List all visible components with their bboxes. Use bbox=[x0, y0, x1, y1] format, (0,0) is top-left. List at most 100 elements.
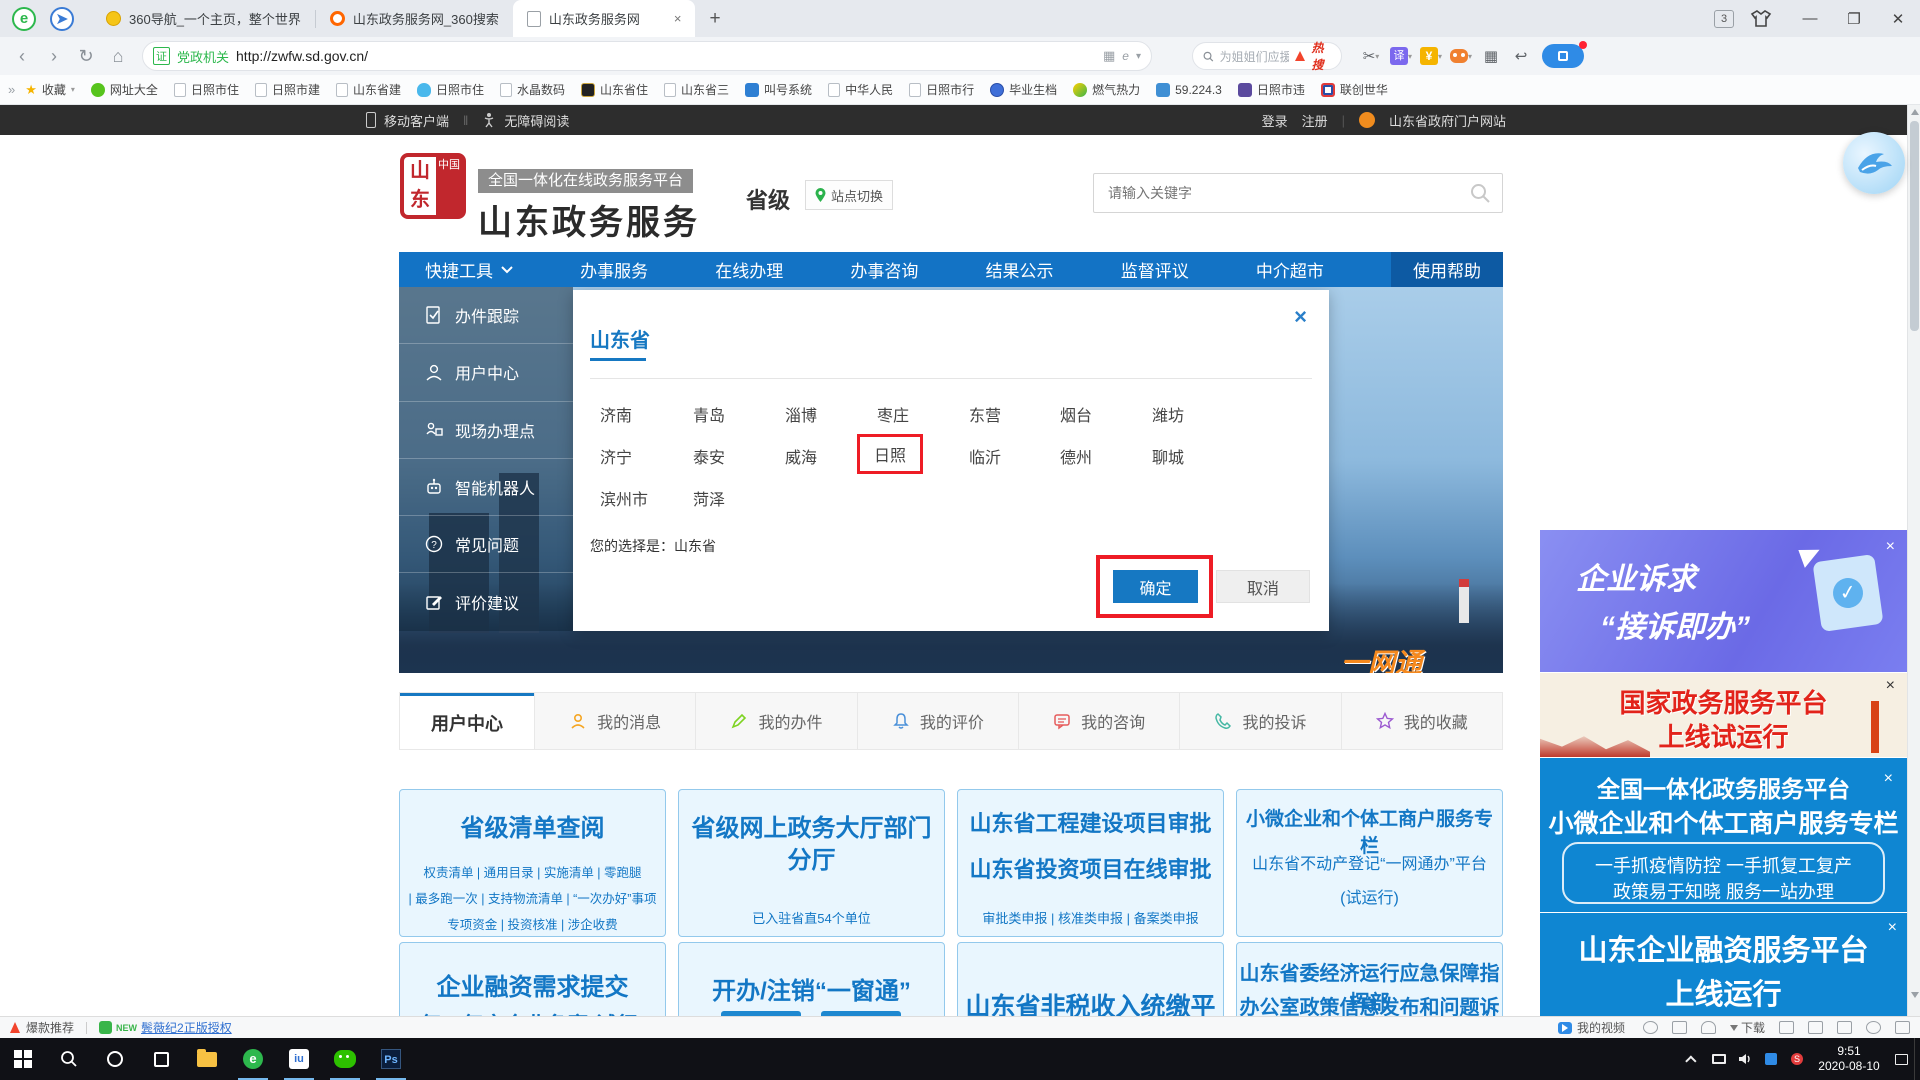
bookmark-item[interactable]: 59.224.3 bbox=[1156, 83, 1222, 97]
city-option[interactable]: 潍坊 bbox=[1152, 402, 1222, 426]
bookmark-item[interactable]: 山东省建 bbox=[336, 81, 401, 98]
browser-360-icon[interactable]: e bbox=[230, 1038, 276, 1080]
city-option[interactable]: 滨州市 bbox=[600, 486, 670, 510]
sidebar-item-feedback[interactable]: 评价建议 bbox=[399, 573, 573, 630]
close-icon[interactable]: × bbox=[1886, 538, 1895, 556]
city-option[interactable]: 济南 bbox=[600, 402, 670, 426]
bookmark-item[interactable]: 日照市住 bbox=[174, 81, 239, 98]
tab-my-complaints[interactable]: 我的投诉 bbox=[1179, 693, 1340, 749]
bookmark-item[interactable]: 山东省住 bbox=[581, 81, 648, 98]
nav-item-help[interactable]: 使用帮助 bbox=[1391, 252, 1503, 287]
city-option[interactable]: 德州 bbox=[1060, 444, 1130, 468]
recover-icon[interactable]: ↩ bbox=[1506, 41, 1536, 71]
browser-logo-icon[interactable]: e bbox=[12, 7, 36, 31]
taskbar-search-icon[interactable] bbox=[46, 1038, 92, 1080]
portal-link[interactable]: 山东省政府门户网站 bbox=[1389, 111, 1506, 130]
notes-icon[interactable] bbox=[1672, 1021, 1687, 1034]
wechat-icon[interactable] bbox=[322, 1038, 368, 1080]
card-online-hall[interactable]: 省级网上政务大厅部门 分厅 已入驻省直54个单位 bbox=[678, 789, 945, 937]
city-option[interactable]: 青岛 bbox=[693, 402, 763, 426]
page-scrollbar[interactable] bbox=[1907, 105, 1920, 1016]
browser-tab[interactable]: 360导航_一个主页，整个世界 bbox=[92, 0, 315, 37]
layers-icon[interactable] bbox=[1895, 1021, 1910, 1034]
cart-icon[interactable] bbox=[1779, 1021, 1794, 1034]
card-project-approval[interactable]: 山东省工程建设项目审批 山东省投资项目在线审批 审批类申报 | 核准类申报 | … bbox=[957, 789, 1224, 937]
accessibility-link[interactable]: 无障碍阅读 bbox=[504, 111, 569, 130]
dialog-close-icon[interactable]: × bbox=[1294, 304, 1307, 330]
float-banner-smb-column[interactable]: × 全国一体化政务服务平台 小微企业和个体工商户服务专栏 一手抓疫情防控 一手抓… bbox=[1540, 758, 1907, 912]
card-nontax[interactable]: 山东省非税收入统缴平台 bbox=[957, 942, 1224, 1016]
bookmark-favorites[interactable]: ★收藏▾ bbox=[25, 81, 75, 98]
nav-item[interactable]: 中介超市 bbox=[1256, 257, 1324, 282]
city-option[interactable]: 枣庄 bbox=[877, 402, 947, 426]
scrollbar-thumb[interactable] bbox=[1910, 121, 1919, 331]
new-tab-button[interactable]: + bbox=[709, 8, 720, 30]
bookmark-item[interactable]: 日照市行 bbox=[909, 81, 974, 98]
refresh-button[interactable]: ↻ bbox=[70, 41, 102, 71]
forward-button[interactable]: › bbox=[38, 41, 70, 71]
login-link[interactable]: 登录 bbox=[1262, 111, 1288, 130]
browser-tab-active[interactable]: 山东政务服务网 × bbox=[513, 0, 696, 37]
city-option[interactable]: 威海 bbox=[785, 444, 855, 468]
back-button[interactable]: ‹ bbox=[6, 41, 38, 71]
nav-item[interactable]: 结果公示 bbox=[986, 257, 1054, 282]
qr-code-icon[interactable]: ▦ bbox=[1103, 48, 1115, 64]
network-icon[interactable] bbox=[1706, 1038, 1732, 1080]
window-minimize-button[interactable]: — bbox=[1788, 0, 1832, 37]
bookmark-item[interactable]: 联创世华 bbox=[1321, 81, 1388, 98]
tray-360-safe-icon[interactable]: S bbox=[1784, 1038, 1810, 1080]
url-field[interactable]: 证 党政机关 http://zwfw.sd.gov.cn/ ▦ e ▾ bbox=[142, 41, 1152, 71]
sidebar-item-user-center[interactable]: 用户中心 bbox=[399, 344, 573, 401]
rocket-icon[interactable] bbox=[1701, 1021, 1716, 1034]
bookmark-item[interactable]: 水晶数码 bbox=[500, 81, 565, 98]
tab-close-icon[interactable]: × bbox=[674, 11, 682, 26]
tab-my-messages[interactable]: 我的消息 bbox=[534, 693, 695, 749]
scroll-down-arrow[interactable] bbox=[1911, 992, 1919, 998]
download-manager[interactable]: 下载 bbox=[1730, 1019, 1765, 1036]
register-link[interactable]: 注册 bbox=[1302, 111, 1328, 130]
card-financing[interactable]: 企业融资需求提交 复工复产企业备案(试行) bbox=[399, 942, 666, 1016]
apps-grid-icon[interactable]: ▦ bbox=[1476, 41, 1506, 71]
site-search-input[interactable] bbox=[1094, 185, 1470, 201]
card-small-business[interactable]: 小微企业和个体工商户服务专栏 山东省不动产登记“一网通办”平台 (试运行) bbox=[1236, 789, 1503, 937]
tab-my-reviews[interactable]: 我的评价 bbox=[857, 693, 1018, 749]
tab-my-items[interactable]: 我的办件 bbox=[695, 693, 856, 749]
nav-item[interactable]: 办事咨询 bbox=[850, 257, 918, 282]
city-option[interactable]: 聊城 bbox=[1152, 444, 1222, 468]
bookmark-item[interactable]: 燃气热力 bbox=[1073, 81, 1140, 98]
card-links[interactable]: 审批类申报 | 核准类申报 | 备案类申报 bbox=[958, 908, 1223, 927]
scroll-up-arrow[interactable] bbox=[1911, 109, 1919, 115]
bookmark-item[interactable]: 山东省三 bbox=[664, 81, 729, 98]
search-icon[interactable] bbox=[1470, 183, 1490, 203]
bookmark-item[interactable]: 日照市建 bbox=[255, 81, 320, 98]
sidebar-item-robot[interactable]: 智能机器人 bbox=[399, 459, 573, 516]
clock[interactable]: 9:51 2020-08-10 bbox=[1810, 1044, 1888, 1074]
wallet-icon[interactable]: ¥▾ bbox=[1416, 41, 1446, 71]
chevron-down-icon[interactable]: ▾ bbox=[1136, 51, 1141, 62]
city-option[interactable]: 东营 bbox=[969, 402, 1039, 426]
cancel-button[interactable]: 取消 bbox=[1216, 570, 1310, 603]
sidebar-item-tracking[interactable]: 办件跟踪 bbox=[399, 287, 573, 344]
card-checklist[interactable]: 省级清单查阅 权责清单 | 通用目录 | 实施清单 | 零跑腿 | 最多跑一次 … bbox=[399, 789, 666, 937]
float-banner-appeal[interactable]: × 企业诉求 “接诉即办” ✓ bbox=[1540, 530, 1907, 672]
tab-my-consultations[interactable]: 我的咨询 bbox=[1018, 693, 1179, 749]
home-button[interactable]: ⌂ bbox=[102, 41, 134, 71]
card-links[interactable]: 专项资金 | 投资核准 | 涉企收费 bbox=[400, 914, 665, 933]
window-close-button[interactable]: ✕ bbox=[1876, 0, 1920, 37]
start-button[interactable] bbox=[0, 1038, 46, 1080]
quick-search-box[interactable]: 为姐姐们应援的时候 热搜 bbox=[1192, 42, 1342, 70]
nav-item[interactable]: 在线办理 bbox=[715, 257, 783, 282]
task-view-icon[interactable] bbox=[138, 1038, 184, 1080]
promo-link[interactable]: 鬓薇纪2正版授权 bbox=[141, 1019, 232, 1036]
bookmark-item[interactable]: 日照市住 bbox=[417, 81, 484, 98]
hot-promo-label[interactable]: 爆款推荐 bbox=[26, 1019, 74, 1036]
tab-my-favorites[interactable]: 我的收藏 bbox=[1341, 693, 1502, 749]
card-links[interactable]: 权责清单 | 通用目录 | 实施清单 | 零跑腿 bbox=[400, 862, 665, 881]
city-option[interactable]: 菏泽 bbox=[693, 486, 763, 510]
sidebar-item-service-point[interactable]: 现场办理点 bbox=[399, 402, 573, 459]
show-desktop-button[interactable] bbox=[1914, 1038, 1920, 1080]
nav-item-quick-tools[interactable]: 快捷工具 bbox=[425, 257, 513, 282]
my-video-link[interactable]: 我的视频 bbox=[1577, 1019, 1625, 1036]
theme-skin-icon[interactable] bbox=[1750, 10, 1772, 28]
app-iu-icon[interactable]: iu bbox=[276, 1038, 322, 1080]
